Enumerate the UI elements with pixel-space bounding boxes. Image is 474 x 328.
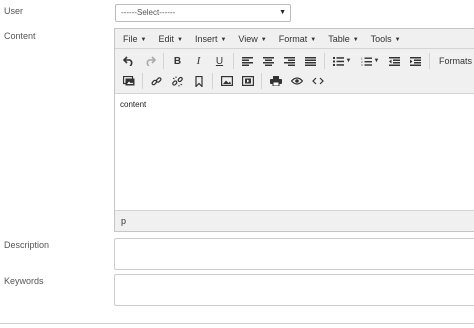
toolbar-divider — [261, 73, 262, 89]
italic-icon[interactable]: I — [188, 52, 209, 70]
toolbar-divider — [142, 73, 143, 89]
menu-view[interactable]: View ▼ — [234, 34, 274, 44]
editor-toolbar: B I U ▼ 1 2 3 ▼ Formats — [115, 49, 474, 94]
element-path[interactable]: p — [121, 216, 126, 226]
anchor-icon[interactable] — [188, 72, 209, 90]
menu-file[interactable]: File ▼ — [119, 34, 154, 44]
user-label: User — [4, 6, 24, 16]
code-icon[interactable] — [307, 72, 328, 90]
caret-down-icon: ▼ — [220, 36, 227, 43]
bullet-list-icon[interactable]: ▼ — [328, 52, 356, 70]
caret-down-icon: ▼ — [310, 36, 317, 43]
description-label: Description — [4, 240, 50, 250]
caret-down-icon: ▼ — [176, 36, 183, 43]
align-justify-icon[interactable] — [300, 52, 321, 70]
caret-down-icon: ▼ — [345, 58, 352, 64]
image-manager-icon[interactable] — [118, 72, 139, 90]
align-center-icon[interactable] — [258, 52, 279, 70]
outdent-icon[interactable] — [384, 52, 405, 70]
undo-icon[interactable] — [118, 52, 139, 70]
content-label: Content — [4, 31, 36, 41]
indent-icon[interactable] — [405, 52, 426, 70]
align-right-icon[interactable] — [279, 52, 300, 70]
toolbar-divider — [324, 53, 325, 69]
editor-statusbar: p — [115, 210, 474, 231]
toolbar-divider — [212, 73, 213, 89]
media-icon[interactable] — [237, 72, 258, 90]
toolbar-divider — [163, 53, 164, 69]
align-left-icon[interactable] — [237, 52, 258, 70]
menu-table[interactable]: Table ▼ — [324, 34, 366, 44]
editor-content-area[interactable]: content — [115, 94, 474, 211]
numbered-list-icon[interactable]: 123 ▼ — [356, 52, 384, 70]
description-field[interactable] — [114, 238, 474, 270]
caret-down-icon: ▼ — [260, 36, 267, 43]
keywords-field[interactable] — [114, 274, 474, 306]
formats-dropdown[interactable]: Formats ▼ — [433, 52, 474, 70]
caret-down-icon: ▼ — [394, 36, 401, 43]
underline-icon[interactable]: U — [209, 52, 230, 70]
image-icon[interactable] — [216, 72, 237, 90]
menu-insert[interactable]: Insert ▼ — [191, 34, 234, 44]
menu-format[interactable]: Format ▼ — [275, 34, 324, 44]
editor-menubar: File ▼ Edit ▼ Insert ▼ View ▼ Format ▼ Table ▼… — [115, 29, 474, 49]
caret-down-icon: ▼ — [140, 36, 147, 43]
keywords-label: Keywords — [4, 276, 44, 286]
print-icon[interactable] — [265, 72, 286, 90]
toolbar-row-1: B I U ▼ 1 2 3 ▼ Formats — [118, 51, 474, 71]
menu-tools[interactable]: Tools ▼ — [367, 34, 409, 44]
editor-body-text: content — [120, 100, 147, 109]
caret-down-icon: ▼ — [373, 58, 380, 64]
svg-text:3: 3 — [361, 63, 363, 66]
toolbar-divider — [429, 53, 430, 69]
preview-icon[interactable] — [286, 72, 307, 90]
caret-down-icon: ▼ — [352, 36, 359, 43]
bold-icon[interactable]: B — [167, 52, 188, 70]
user-select[interactable]: ------Select------ ▼ — [115, 4, 291, 22]
dropdown-arrow-icon: ▼ — [279, 9, 286, 16]
unlink-icon[interactable] — [167, 72, 188, 90]
form-divider — [0, 323, 474, 324]
menu-edit[interactable]: Edit ▼ — [154, 34, 190, 44]
toolbar-row-2 — [118, 71, 474, 91]
user-select-value: ------Select------ — [121, 8, 176, 17]
redo-icon[interactable] — [139, 52, 160, 70]
link-icon[interactable] — [146, 72, 167, 90]
rich-text-editor: File ▼ Edit ▼ Insert ▼ View ▼ Format ▼ Table ▼… — [114, 28, 474, 232]
toolbar-divider — [233, 53, 234, 69]
